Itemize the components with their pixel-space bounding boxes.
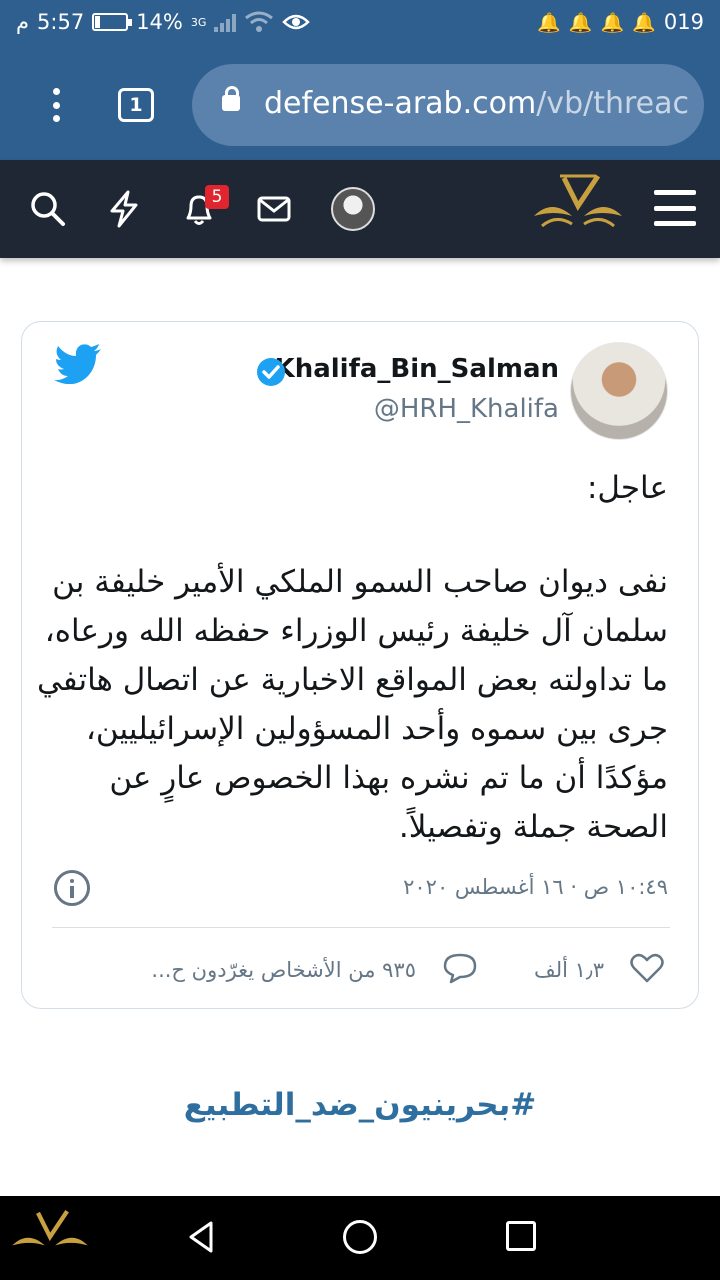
notification-bell-icon: 🔔 <box>537 11 561 34</box>
notification-bell-icon: 🔔 <box>568 11 593 34</box>
url-text: defense-arab.com/vb/threac <box>264 86 689 121</box>
hashtag-link[interactable]: #بحرينيون_ضد_التطبيع <box>0 1087 720 1123</box>
watermark-logo <box>6 1206 94 1280</box>
home-button[interactable] <box>343 1220 377 1254</box>
site-logo[interactable] <box>528 170 628 254</box>
battery-icon <box>92 13 133 31</box>
notification-count: 019 <box>663 10 704 34</box>
lightning-icon[interactable] <box>104 189 144 229</box>
mail-icon[interactable] <box>254 189 294 229</box>
tweet-heading: عاجل: <box>586 470 668 506</box>
network-type: 3G <box>190 15 207 29</box>
lock-icon <box>222 86 240 111</box>
browser-chrome: م 5:57 14% 3G 🔔 🔔 🔔 🔔 019 1 defense-arab… <box>0 0 720 160</box>
notification-bell-icon: 🔔 <box>600 11 625 34</box>
verified-badge-icon <box>257 358 285 386</box>
android-nav-bar <box>0 1196 720 1280</box>
watermark-emblem <box>12 1209 88 1246</box>
url-bar[interactable]: defense-arab.com/vb/threac <box>192 64 704 146</box>
battery-fill <box>95 16 100 28</box>
browser-menu-button[interactable] <box>44 88 68 122</box>
tweet-body: نفى ديوان صاحب السمو الملكي الأمير خليفة… <box>36 564 668 845</box>
people-talking-link[interactable]: ٩٣٥ من الأشخاص يغرّدون ح... <box>151 958 416 982</box>
eye-icon <box>282 14 311 30</box>
notification-badge: 5 <box>205 185 229 209</box>
info-icon[interactable] <box>54 870 90 906</box>
status-time: 5:57 <box>37 10 85 34</box>
status-right: 🔔 🔔 🔔 🔔 019 <box>537 10 704 34</box>
tweet-divider <box>52 927 670 928</box>
tweet-timestamp[interactable]: ١٠:٤٩ ص · ١٦ أغسطس ٢٠٢٠ <box>403 875 668 899</box>
embedded-tweet[interactable]: Khalifa_Bin_Salman @HRH_Khalifa عاجل: نف… <box>21 321 699 1009</box>
tweet-author-avatar[interactable] <box>570 342 668 440</box>
battery-percent: 14% <box>136 10 183 34</box>
signal-icon <box>214 12 237 32</box>
twitter-bird-icon[interactable] <box>54 344 102 384</box>
logo-emblem <box>534 174 622 228</box>
tab-switcher-button[interactable]: 1 <box>118 88 154 122</box>
status-left: م 5:57 14% 3G <box>16 10 311 34</box>
notification-bell-icon: 🔔 <box>632 11 656 34</box>
search-icon[interactable] <box>28 189 68 229</box>
url-domain: defense-arab.com <box>264 86 537 121</box>
heart-icon[interactable] <box>630 953 664 983</box>
site-menu-button[interactable] <box>654 190 696 226</box>
recent-apps-button[interactable] <box>506 1221 536 1251</box>
tweet-display-name[interactable]: Khalifa_Bin_Salman <box>275 354 559 384</box>
wifi-icon <box>245 11 274 32</box>
status-bar: م 5:57 14% 3G 🔔 🔔 🔔 🔔 019 <box>0 0 720 50</box>
reply-bubble-icon[interactable] <box>442 952 478 984</box>
url-path: /vb/threac <box>536 86 690 121</box>
like-count[interactable]: ١٫٣ ألف <box>534 958 604 982</box>
back-icon[interactable] <box>186 1220 216 1254</box>
user-avatar[interactable] <box>331 187 375 231</box>
time-period: م <box>16 10 30 34</box>
tweet-handle[interactable]: @HRH_Khalifa <box>374 394 559 424</box>
